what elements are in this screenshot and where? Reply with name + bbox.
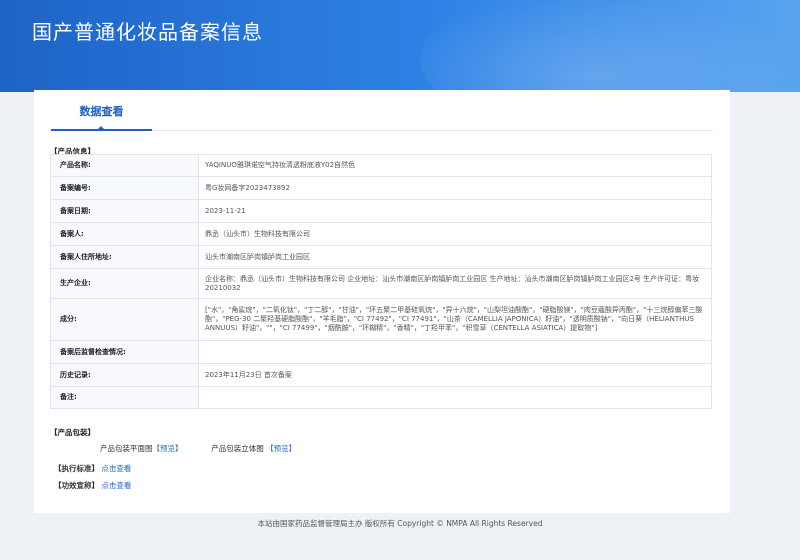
- row-label: 备注:: [50, 386, 199, 409]
- header-decoration: [420, 0, 800, 92]
- flat-package-preview-link[interactable]: 【预览】: [153, 443, 183, 454]
- manufacturer-value: 企业名称：鼎丞（汕头市）生物科技有限公司 企业地址：汕头市潮南区胪岗镇胪岗工业园…: [198, 268, 712, 299]
- flat-package-label: 产品包装平面图: [100, 444, 153, 453]
- table-row: 备案人: 鼎丞（汕头市）生物科技有限公司: [50, 222, 712, 246]
- content-card: 数据查看 【产品信息】 产品名称: YAQINUO雅琪诺空气持妆清透粉底液Y02…: [34, 90, 730, 513]
- packaging-row: 产品包装平面图【预览】 产品包装立体图 【预览】: [100, 443, 296, 454]
- table-row: 生产企业: 企业名称：鼎丞（汕头市）生物科技有限公司 企业地址：汕头市潮南区胪岗…: [50, 268, 712, 299]
- tab-active-indicator: [97, 126, 105, 130]
- tab-label: 数据查看: [79, 105, 124, 118]
- solid-package-label: 产品包装立体图: [211, 444, 264, 453]
- table-row: 备案人住所地址: 汕头市潮南区胪岗镇胪岗工业园区: [50, 245, 712, 269]
- packaging-title: 【产品包装】: [50, 428, 95, 437]
- table-row: 备案日期: 2023-11-21: [50, 199, 712, 223]
- product-info-table: 产品名称: YAQINUO雅琪诺空气持妆清透粉底液Y02自然色 备案编号: 粤G…: [50, 154, 712, 409]
- page-title: 国产普通化妆品备案信息: [32, 20, 263, 44]
- row-label: 备案编号:: [50, 176, 199, 200]
- row-label: 历史记录:: [50, 363, 199, 387]
- page-footer: 本站由国家药品监督管理局主办 版权所有 Copyright © NMPA All…: [257, 519, 543, 528]
- ingredients-value: ["水"，"角鲨烷"，"二氧化钛"，"丁二醇"，"甘油"，"环五聚二甲基硅氧烷"…: [198, 298, 712, 341]
- row-label: 生产企业:: [50, 268, 199, 299]
- tab-data-view[interactable]: 数据查看: [51, 102, 152, 131]
- filing-number-value: 粤G妆网备字2023473892: [198, 176, 712, 200]
- row-label: 成分:: [50, 298, 199, 341]
- table-row: 产品名称: YAQINUO雅琪诺空气持妆清透粉底液Y02自然色: [50, 154, 712, 177]
- filer-address-value: 汕头市潮南区胪岗镇胪岗工业园区: [198, 245, 712, 269]
- efficacy-view-link[interactable]: 点击查看: [101, 481, 131, 490]
- standard-title: 【执行标准】: [54, 464, 99, 473]
- row-label: 备案人:: [50, 222, 199, 246]
- standard-view-link[interactable]: 点击查看: [101, 464, 131, 473]
- table-row: 成分: ["水"，"角鲨烷"，"二氧化钛"，"丁二醇"，"甘油"，"环五聚二甲基…: [50, 298, 712, 341]
- page-header: 国产普通化妆品备案信息: [0, 0, 800, 92]
- standard-row: 【执行标准】 点击查看: [54, 463, 131, 474]
- row-label: 备案日期:: [50, 199, 199, 223]
- solid-package-preview-link[interactable]: 【预览】: [266, 443, 296, 454]
- filer-value: 鼎丞（汕头市）生物科技有限公司: [198, 222, 712, 246]
- row-label: 备案人住所地址:: [50, 245, 199, 269]
- table-row: 备注:: [50, 386, 712, 409]
- product-name-value: YAQINUO雅琪诺空气持妆清透粉底液Y02自然色: [198, 154, 712, 177]
- supervision-value: [198, 340, 712, 364]
- row-label: 备案后监督检查情况:: [50, 340, 199, 364]
- history-value: 2023年11月23日 首次备案: [198, 363, 712, 387]
- table-row: 备案编号: 粤G妆网备字2023473892: [50, 176, 712, 200]
- filing-date-value: 2023-11-21: [198, 199, 712, 223]
- table-row: 历史记录: 2023年11月23日 首次备案: [50, 363, 712, 387]
- remarks-value: [198, 386, 712, 409]
- row-label: 产品名称:: [50, 154, 199, 177]
- tab-bar: 数据查看: [51, 102, 713, 131]
- table-row: 备案后监督检查情况:: [50, 340, 712, 364]
- efficacy-row: 【功效宣称】 点击查看: [54, 480, 131, 491]
- efficacy-title: 【功效宣称】: [54, 481, 99, 490]
